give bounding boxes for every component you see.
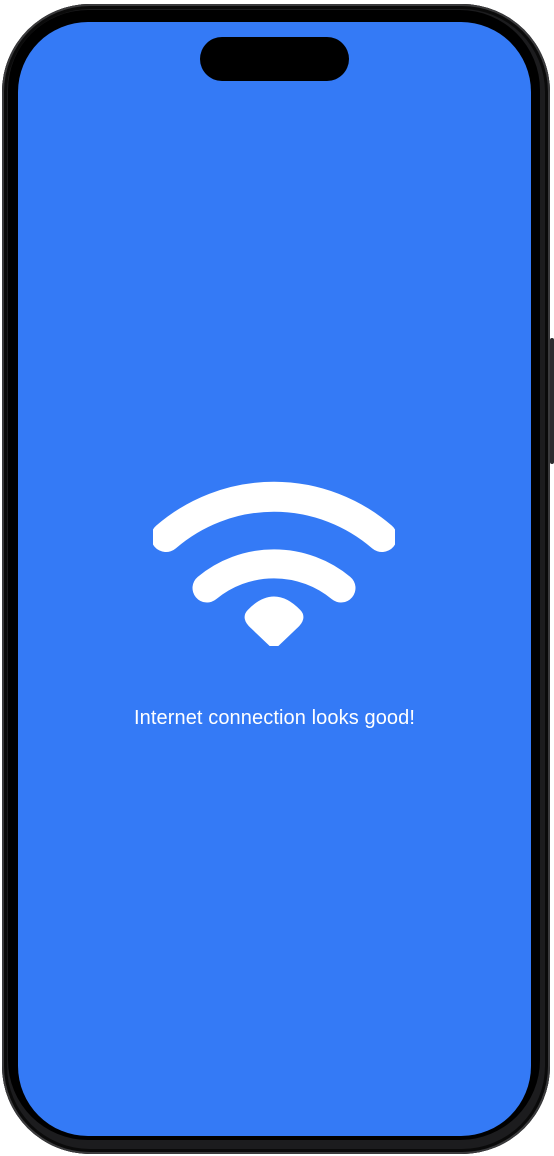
side-button (550, 338, 554, 464)
wifi-dot (244, 596, 304, 646)
connection-status-message: Internet connection looks good! (133, 707, 416, 729)
wifi-middle-arc (192, 549, 356, 603)
app-screen: Internet connection looks good! (18, 22, 531, 1136)
wifi-icon (153, 481, 395, 646)
wifi-outer-arc (153, 481, 395, 552)
dynamic-island (200, 37, 349, 81)
phone-device: Internet connection looks good! (0, 0, 554, 1156)
